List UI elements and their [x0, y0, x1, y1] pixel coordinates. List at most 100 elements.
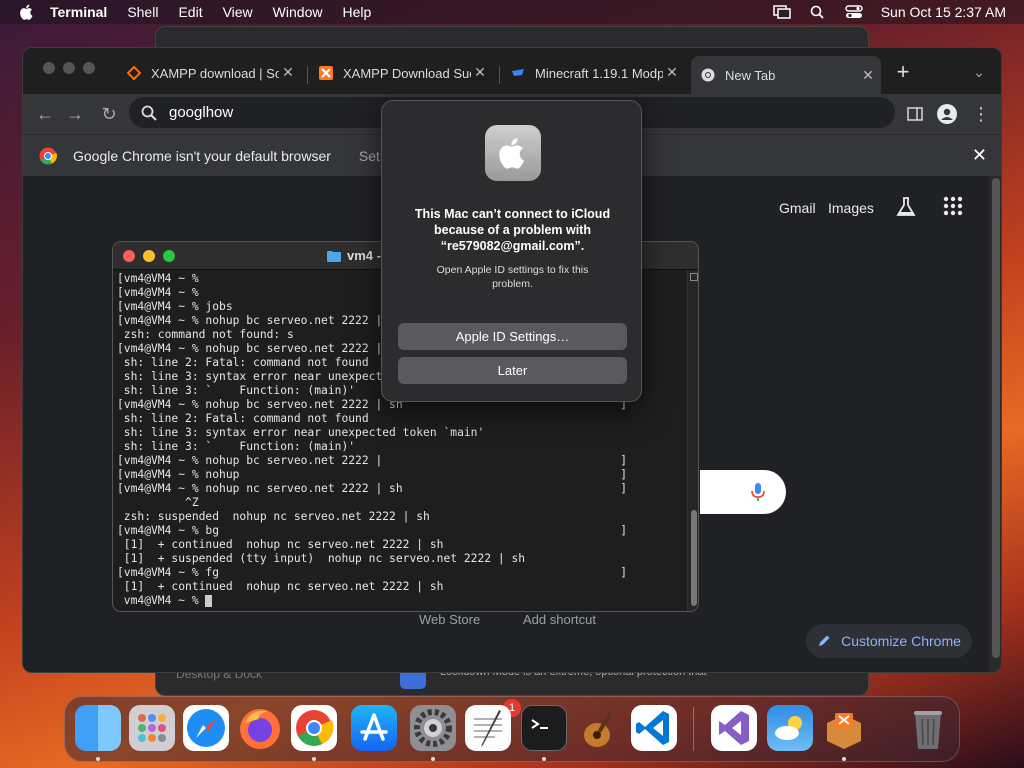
google-apps-grid-icon[interactable] — [943, 196, 963, 216]
terminal-line: ^Z — [117, 496, 199, 509]
tab-close-icon[interactable]: ✕ — [473, 65, 487, 79]
tab-minecraft-modpack[interactable]: Minecraft 1.19.1 Modp ✕ — [501, 58, 685, 88]
terminal-prompt: vm4@VM4 ~ % — [117, 594, 206, 607]
settings-running-dot — [431, 757, 435, 761]
search-icon — [141, 105, 157, 121]
tab-separator — [307, 66, 308, 84]
terminal-close-button[interactable] — [123, 250, 135, 262]
dock: 1 — [64, 696, 960, 762]
spotlight-icon[interactable] — [809, 5, 827, 19]
chrome-menu-kebab-icon[interactable]: ⋮ — [971, 104, 991, 124]
tab-search-chevron-down-icon[interactable]: ⌄ — [969, 62, 989, 82]
terminal-line: zsh: command not found: s — [117, 328, 294, 341]
terminal-dock-icon[interactable] — [521, 705, 567, 751]
garageband-icon[interactable] — [577, 705, 623, 751]
menu-bar-clock[interactable]: Sun Oct 15 2:37 AM — [881, 4, 1006, 20]
labs-flask-icon[interactable] — [895, 196, 917, 218]
tab-title: XAMPP Download Suc — [343, 65, 471, 81]
tab-separator — [499, 66, 500, 84]
apple-id-settings-button[interactable]: Apple ID Settings… — [398, 323, 627, 350]
set-default-button[interactable]: Set — [359, 148, 380, 164]
icloud-alert-dialog: This Mac can’t connect to iCloud because… — [381, 100, 642, 402]
page-scrollbar-thumb[interactable] — [992, 178, 1000, 658]
terminal-running-dot — [542, 757, 546, 761]
trash-icon[interactable] — [905, 705, 951, 751]
customize-chrome-button[interactable]: Customize Chrome — [806, 624, 972, 658]
apple-menu-icon[interactable] — [18, 3, 36, 21]
omnibox-value: googlhow — [169, 104, 234, 121]
terminal-scrollbar-thumb[interactable] — [691, 510, 697, 606]
reload-icon[interactable]: ↻ — [99, 104, 119, 124]
tab-title: New Tab — [725, 67, 776, 83]
terminal-zoom-button[interactable] — [163, 250, 175, 262]
gmail-link[interactable]: Gmail — [779, 200, 816, 216]
terminal-line: [vm4@VM4 ~ % nohup bc serveo.net 2222 | … — [117, 454, 628, 467]
tab-close-icon[interactable]: ✕ — [665, 65, 679, 79]
menu-edit[interactable]: Edit — [178, 4, 202, 20]
xampp-icon — [319, 66, 333, 80]
control-center-icon[interactable] — [845, 5, 863, 19]
screen-mirroring-icon[interactable] — [772, 5, 791, 19]
curseforge-icon — [512, 69, 524, 76]
safari-icon[interactable] — [183, 705, 229, 751]
xampp-dock-icon[interactable] — [821, 705, 867, 751]
terminal-line: [1] + continued nohup nc serveo.net 2222… — [117, 580, 444, 593]
tab-close-icon[interactable]: ✕ — [281, 65, 295, 79]
terminal-minimize-button[interactable] — [143, 250, 155, 262]
menu-app-name[interactable]: Terminal — [50, 4, 107, 20]
terminal-line: sh: line 2: Fatal: command not found — [117, 356, 369, 369]
window-zoom-button[interactable] — [83, 62, 95, 74]
launchpad-icon[interactable] — [129, 705, 175, 751]
back-arrow-icon[interactable]: ← — [35, 104, 55, 124]
google-search-box[interactable] — [700, 470, 786, 514]
forward-arrow-icon[interactable]: → — [65, 104, 85, 124]
apple-logo-icon — [485, 125, 541, 181]
menu-window[interactable]: Window — [273, 4, 323, 20]
images-link[interactable]: Images — [828, 200, 874, 216]
profile-avatar-icon[interactable] — [937, 104, 957, 124]
terminal-line: sh: line 3: ` Function: (main)' — [117, 384, 356, 397]
menu-shell[interactable]: Shell — [127, 4, 158, 20]
sourceforge-icon — [127, 66, 141, 80]
window-close-button[interactable] — [43, 62, 55, 74]
voice-search-mic-icon[interactable] — [750, 482, 766, 502]
terminal-line: sh: line 3: syntax error near unexpect — [117, 370, 383, 383]
terminal-line: zsh: suspended nohup nc serveo.net 2222 … — [117, 510, 430, 523]
system-settings-icon[interactable] — [410, 705, 456, 751]
window-minimize-button[interactable] — [63, 62, 75, 74]
new-tab-plus-icon[interactable]: + — [893, 61, 913, 83]
infobar-message: Google Chrome isn't your default browser — [73, 147, 331, 164]
terminal-line: [vm4@VM4 ~ % nohup ] — [117, 468, 628, 481]
later-button[interactable]: Later — [398, 357, 627, 384]
chrome-icon — [701, 68, 715, 82]
menu-bar: Terminal Shell Edit View Window Help Sun… — [0, 0, 1024, 24]
menu-help[interactable]: Help — [342, 4, 371, 20]
visual-studio-icon[interactable] — [711, 705, 757, 751]
chrome-dock-icon[interactable] — [291, 705, 337, 751]
weather-icon[interactable] — [767, 705, 813, 751]
terminal-scroll-marker — [690, 273, 698, 281]
side-panel-icon[interactable] — [907, 106, 923, 122]
terminal-line: [1] + continued nohup nc serveo.net 2222… — [117, 538, 444, 551]
tab-close-icon[interactable]: ✕ — [861, 68, 875, 82]
chrome-logo-icon — [39, 147, 57, 164]
app-store-icon[interactable] — [351, 705, 397, 751]
finder-icon[interactable] — [75, 705, 121, 751]
shortcut-add[interactable]: Add shortcut — [523, 612, 596, 627]
infobar-close-icon[interactable]: ✕ — [972, 145, 987, 166]
tab-new-tab[interactable]: New Tab ✕ — [691, 56, 881, 94]
vscode-icon[interactable] — [631, 705, 677, 751]
firefox-icon[interactable] — [237, 705, 283, 751]
menu-view[interactable]: View — [223, 4, 253, 20]
xampp-running-dot — [842, 757, 846, 761]
terminal-line: sh: line 3: syntax error near unexpected… — [117, 426, 485, 439]
page-scrollbar[interactable] — [989, 176, 1001, 672]
terminal-title-text: vm4 - — [347, 248, 381, 263]
terminal-scrollbar[interactable] — [687, 270, 698, 611]
chrome-running-dot — [312, 757, 316, 761]
terminal-line: sh: line 2: Fatal: command not found — [117, 412, 369, 425]
tab-xampp-download[interactable]: XAMPP Download Suc ✕ — [309, 58, 493, 88]
shortcut-web-store[interactable]: Web Store — [419, 612, 480, 627]
textedit-icon[interactable] — [465, 705, 511, 751]
tab-xampp-sourceforge[interactable]: XAMPP download | So ✕ — [117, 58, 301, 88]
